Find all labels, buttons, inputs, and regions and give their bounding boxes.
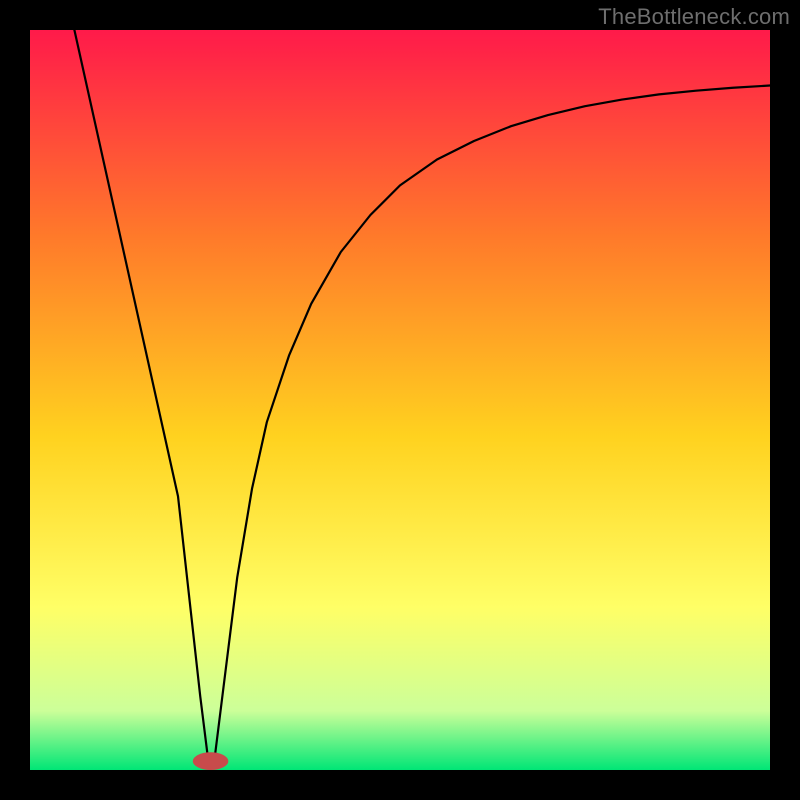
- chart-svg: [30, 30, 770, 770]
- minimum-marker: [193, 752, 229, 770]
- gradient-background: [30, 30, 770, 770]
- watermark-text: TheBottleneck.com: [598, 4, 790, 30]
- plot-area: [30, 30, 770, 770]
- chart-stage: TheBottleneck.com: [0, 0, 800, 800]
